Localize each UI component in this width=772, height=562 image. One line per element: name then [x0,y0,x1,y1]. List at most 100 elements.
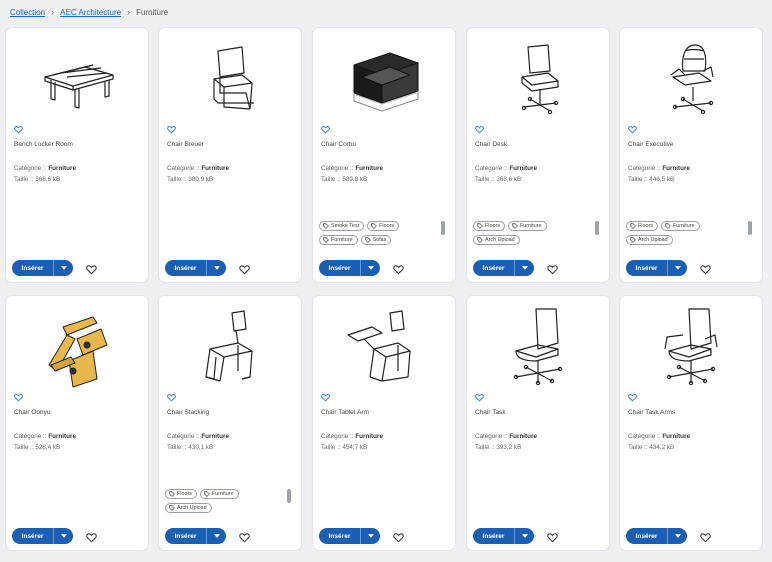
insert-button[interactable]: Insérer [165,260,206,276]
favorite-indicator-icon[interactable] [321,121,330,134]
category-label: Catégorie :: [14,433,49,440]
desk-chair-icon [521,44,559,115]
insert-button[interactable]: Insérer [12,528,53,544]
insert-button[interactable]: Insérer [319,260,360,276]
insert-options-button[interactable] [53,528,73,544]
insert-button[interactable]: Insérer [319,528,360,544]
tag-chip[interactable]: Sofas [360,234,392,245]
favorite-heart-icon[interactable] [547,262,558,275]
tag-label: Sofas [372,236,387,243]
asset-card[interactable]: Chair Oonyu Catégorie :: Furniture Taille … [6,296,148,550]
breadcrumb-collection-link[interactable]: Collection [10,8,45,17]
size-value: 434,2 kB [649,444,675,451]
stacking-chair-icon [205,310,253,382]
asset-thumbnail[interactable] [620,304,762,392]
insert-button[interactable]: Insérer [626,528,667,544]
asset-thumbnail[interactable] [313,304,455,392]
insert-button[interactable]: Insérer [12,260,53,276]
tag-chip[interactable]: Furniture [199,489,239,499]
tag-chip[interactable]: Furniture [319,234,358,245]
insert-options-button[interactable] [667,260,687,276]
asset-card[interactable]: Chair Corbu Catégorie :: Furniture Taille … [313,28,455,282]
favorite-indicator-icon[interactable] [628,121,637,134]
favorite-heart-icon[interactable] [700,262,711,275]
tag-chip[interactable]: Furniture [507,221,547,231]
insert-options-button[interactable] [206,260,226,276]
favorite-indicator-icon[interactable] [475,121,484,134]
favorite-heart-icon[interactable] [239,530,250,543]
insert-options-button[interactable] [514,528,534,544]
tag-icon [169,504,175,511]
breadcrumb-aec-architecture-link[interactable]: AEC Architecture [60,8,121,17]
asset-card[interactable]: Chair Task Arms Catégorie :: Furniture Tai… [620,296,762,550]
favorite-indicator-icon[interactable] [475,389,484,402]
asset-card[interactable]: Bench Locker Room Catégorie :: Furniture T… [6,28,148,282]
insert-options-button[interactable] [360,260,380,276]
asset-thumbnail[interactable] [159,36,301,124]
asset-card[interactable]: Chair Desk Catégorie :: Furniture Taille :… [467,28,609,282]
size-value: 430,1 kB [188,444,214,451]
tags-scrollbar[interactable] [748,221,752,235]
chevron-down-icon [60,266,67,270]
insert-options-button[interactable] [206,528,226,544]
asset-thumbnail[interactable] [467,36,609,124]
chevron-down-icon [60,534,67,538]
favorite-indicator-icon[interactable] [167,121,176,134]
tags-scrollbar[interactable] [287,489,291,503]
tag-icon [630,236,636,243]
insert-split-button: Insérer [12,260,73,276]
favorite-indicator-icon[interactable] [14,389,23,402]
asset-thumbnail[interactable] [6,304,148,392]
favorite-indicator-icon[interactable] [321,389,330,402]
asset-card[interactable]: Chair Task Catégorie :: Furniture Taille :… [467,296,609,550]
size-value: 446,5 kB [649,176,675,183]
insert-options-button[interactable] [667,528,687,544]
tags-scrollbar[interactable] [595,221,599,235]
insert-button[interactable]: Insérer [165,528,206,544]
size-label: Taille :: [475,444,497,451]
favorite-heart-icon[interactable] [700,530,711,543]
tag-chip[interactable]: Floors [367,221,400,231]
asset-card[interactable]: Chair Tablet Arm Catégorie :: Furniture Ta… [313,296,455,550]
insert-options-button[interactable] [514,260,534,276]
asset-thumbnail[interactable] [6,36,148,124]
tag-label: Furniture [519,223,542,229]
asset-thumbnail[interactable] [467,304,609,392]
asset-card[interactable]: Chair Executive Catégorie :: Furniture Tai… [620,28,762,282]
insert-button[interactable]: Insérer [473,260,514,276]
favorite-heart-icon[interactable] [393,530,404,543]
insert-options-button[interactable] [53,260,73,276]
asset-card[interactable]: Chair Breuer Catégorie :: Furniture Taille… [159,28,301,282]
category-label: Catégorie :: [321,433,356,440]
asset-thumbnail[interactable] [313,36,455,124]
tag-chip[interactable]: Arch Upload [165,502,212,513]
tag-chip[interactable]: Floors [473,221,505,231]
asset-name: Chair Tablet Arm [321,409,369,416]
breadcrumb: Collection › AEC Architecture › Furnitur… [10,6,168,18]
tag-chip[interactable]: Arch Upload [473,234,520,245]
asset-size: Taille :: 528,4 kB [14,444,60,451]
tag-chip[interactable]: Arch Upload [626,234,673,245]
favorite-heart-icon[interactable] [547,530,558,543]
tag-chip[interactable]: Furniture [660,221,700,231]
insert-button[interactable]: Insérer [473,528,514,544]
tag-chip[interactable]: Smoke Test [319,221,365,231]
favorite-indicator-icon[interactable] [628,389,637,402]
asset-thumbnail[interactable] [159,304,301,392]
cantilever-chair-icon [213,46,254,110]
breadcrumb-current: Furniture [136,7,169,17]
favorite-heart-icon[interactable] [86,530,97,543]
chevron-down-icon [213,266,220,270]
tags-scrollbar[interactable] [441,221,445,235]
favorite-indicator-icon[interactable] [14,121,23,134]
insert-options-button[interactable] [360,528,380,544]
favorite-heart-icon[interactable] [393,262,404,275]
tag-chip[interactable]: Floors [165,489,197,499]
favorite-heart-icon[interactable] [239,262,250,275]
asset-card[interactable]: Chair Stacking Catégorie :: Furniture Tail… [159,296,301,550]
insert-button[interactable]: Insérer [626,260,667,276]
asset-thumbnail[interactable] [620,36,762,124]
tag-chip[interactable]: Floors [626,221,658,231]
favorite-heart-icon[interactable] [86,262,97,275]
favorite-indicator-icon[interactable] [167,389,176,402]
